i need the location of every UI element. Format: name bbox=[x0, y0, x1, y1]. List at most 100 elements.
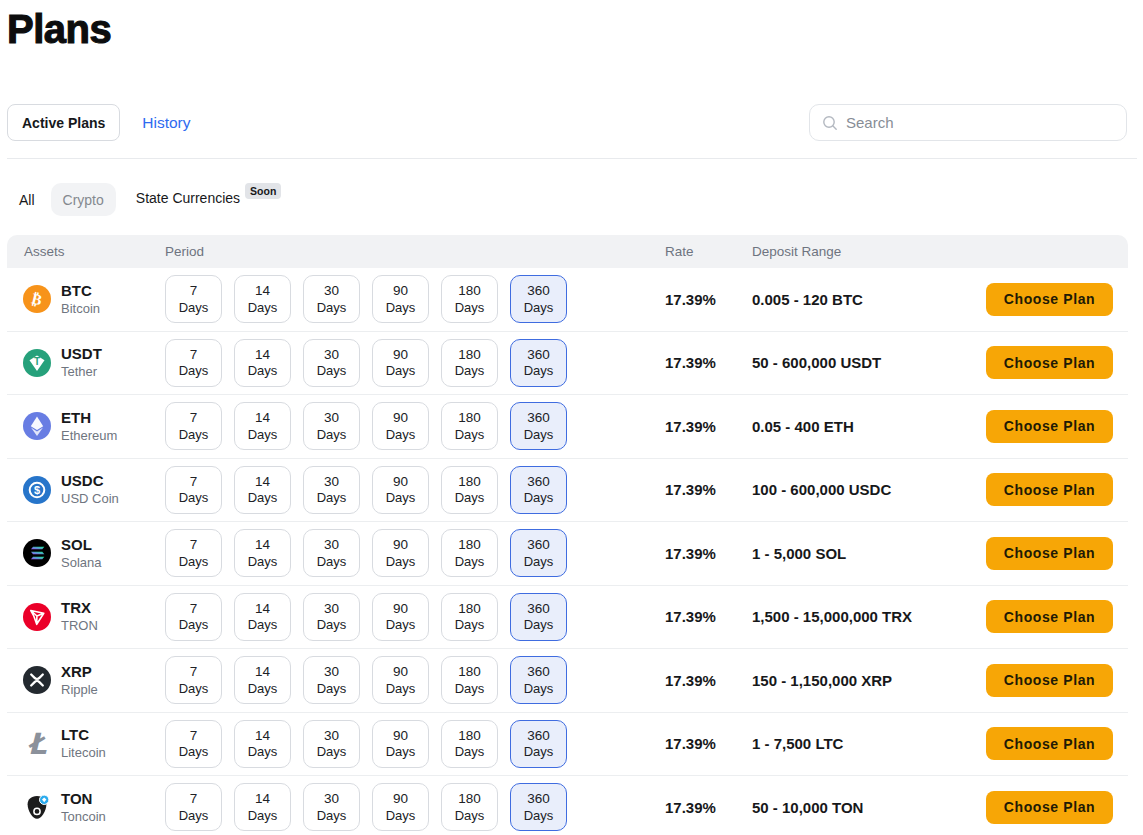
period-30-days-ton[interactable]: 30Days bbox=[303, 783, 360, 831]
period-7-days-trx[interactable]: 7Days bbox=[165, 593, 222, 641]
period-90-days-eth[interactable]: 90Days bbox=[372, 402, 429, 450]
btc-icon: ₿ bbox=[23, 285, 51, 313]
period-360-days-trx[interactable]: 360Days bbox=[510, 593, 567, 641]
plan-row-usdc: $ USDC USD Coin 7Days14Days30Days90Days1… bbox=[7, 459, 1128, 523]
period-360-days-usdt[interactable]: 360Days bbox=[510, 339, 567, 387]
period-30-days-sol[interactable]: 30Days bbox=[303, 529, 360, 577]
tab-history[interactable]: History bbox=[142, 114, 190, 132]
asset-cell: ₿ BTC Bitcoin bbox=[7, 282, 165, 317]
period-7-days-btc[interactable]: 7Days bbox=[165, 275, 222, 323]
period-14-days-sol[interactable]: 14Days bbox=[234, 529, 291, 577]
period-90-days-btc[interactable]: 90Days bbox=[372, 275, 429, 323]
period-360-days-btc[interactable]: 360Days bbox=[510, 275, 567, 323]
period-14-days-ton[interactable]: 14Days bbox=[234, 783, 291, 831]
choose-plan-button-usdt[interactable]: Choose Plan bbox=[986, 346, 1113, 379]
coin-name: Bitcoin bbox=[61, 301, 100, 317]
period-7-days-usdt[interactable]: 7Days bbox=[165, 339, 222, 387]
period-360-days-eth[interactable]: 360Days bbox=[510, 402, 567, 450]
choose-plan-button-eth[interactable]: Choose Plan bbox=[986, 410, 1113, 443]
choose-plan-button-sol[interactable]: Choose Plan bbox=[986, 537, 1113, 570]
period-14-days-trx[interactable]: 14Days bbox=[234, 593, 291, 641]
period-options: 7Days14Days30Days90Days180Days360Days bbox=[165, 275, 665, 323]
period-180-days-xrp[interactable]: 180Days bbox=[441, 656, 498, 704]
period-7-days-sol[interactable]: 7Days bbox=[165, 529, 222, 577]
period-30-days-usdc[interactable]: 30Days bbox=[303, 466, 360, 514]
period-30-days-eth[interactable]: 30Days bbox=[303, 402, 360, 450]
period-30-days-ltc[interactable]: 30Days bbox=[303, 720, 360, 768]
period-180-days-ton[interactable]: 180Days bbox=[441, 783, 498, 831]
search-icon bbox=[822, 115, 838, 131]
choose-plan-button-ltc[interactable]: Choose Plan bbox=[986, 727, 1113, 760]
period-7-days-eth[interactable]: 7Days bbox=[165, 402, 222, 450]
svg-text:$: $ bbox=[34, 484, 40, 496]
deposit-range: 1 - 7,500 LTC bbox=[752, 735, 985, 752]
tab-active-plans[interactable]: Active Plans bbox=[7, 104, 120, 141]
choose-plan-button-ton[interactable]: Choose Plan bbox=[986, 791, 1113, 824]
period-360-days-ltc[interactable]: 360Days bbox=[510, 720, 567, 768]
page-title: Plans bbox=[7, 7, 1137, 52]
period-360-days-xrp[interactable]: 360Days bbox=[510, 656, 567, 704]
period-180-days-ltc[interactable]: 180Days bbox=[441, 720, 498, 768]
period-30-days-usdt[interactable]: 30Days bbox=[303, 339, 360, 387]
period-360-days-usdc[interactable]: 360Days bbox=[510, 466, 567, 514]
period-30-days-btc[interactable]: 30Days bbox=[303, 275, 360, 323]
period-14-days-btc[interactable]: 14Days bbox=[234, 275, 291, 323]
coin-symbol: TON bbox=[61, 790, 106, 809]
period-14-days-usdc[interactable]: 14Days bbox=[234, 466, 291, 514]
plan-row-ton: TON Toncoin 7Days14Days30Days90Days180Da… bbox=[7, 776, 1128, 835]
header-deposit: Deposit Range bbox=[752, 244, 985, 259]
svg-text:Ł: Ł bbox=[28, 730, 47, 758]
period-90-days-ltc[interactable]: 90Days bbox=[372, 720, 429, 768]
choose-plan-button-xrp[interactable]: Choose Plan bbox=[986, 664, 1113, 697]
rate-value: 17.39% bbox=[665, 545, 752, 562]
period-360-days-sol[interactable]: 360Days bbox=[510, 529, 567, 577]
period-90-days-xrp[interactable]: 90Days bbox=[372, 656, 429, 704]
period-7-days-ltc[interactable]: 7Days bbox=[165, 720, 222, 768]
period-90-days-usdt[interactable]: 90Days bbox=[372, 339, 429, 387]
period-180-days-sol[interactable]: 180Days bbox=[441, 529, 498, 577]
period-360-days-ton[interactable]: 360Days bbox=[510, 783, 567, 831]
period-90-days-sol[interactable]: 90Days bbox=[372, 529, 429, 577]
period-180-days-eth[interactable]: 180Days bbox=[441, 402, 498, 450]
deposit-range: 1,500 - 15,000,000 TRX bbox=[752, 608, 985, 625]
period-7-days-xrp[interactable]: 7Days bbox=[165, 656, 222, 704]
plan-row-trx: TRX TRON 7Days14Days30Days90Days180Days3… bbox=[7, 586, 1128, 650]
period-14-days-xrp[interactable]: 14Days bbox=[234, 656, 291, 704]
period-180-days-btc[interactable]: 180Days bbox=[441, 275, 498, 323]
choose-plan-button-usdc[interactable]: Choose Plan bbox=[986, 473, 1113, 506]
period-30-days-xrp[interactable]: 30Days bbox=[303, 656, 360, 704]
period-14-days-ltc[interactable]: 14Days bbox=[234, 720, 291, 768]
rate-value: 17.39% bbox=[665, 481, 752, 498]
period-180-days-usdc[interactable]: 180Days bbox=[441, 466, 498, 514]
filter-crypto[interactable]: Crypto bbox=[51, 183, 116, 216]
asset-cell: ETH Ethereum bbox=[7, 409, 165, 444]
coin-symbol: USDC bbox=[61, 472, 119, 491]
coin-name: USD Coin bbox=[61, 491, 119, 507]
choose-plan-button-trx[interactable]: Choose Plan bbox=[986, 600, 1113, 633]
sol-icon bbox=[23, 539, 51, 567]
period-14-days-eth[interactable]: 14Days bbox=[234, 402, 291, 450]
trx-icon bbox=[23, 603, 51, 631]
period-7-days-usdc[interactable]: 7Days bbox=[165, 466, 222, 514]
period-30-days-trx[interactable]: 30Days bbox=[303, 593, 360, 641]
plan-row-usdt: T USDT Tether 7Days14Days30Days90Days180… bbox=[7, 332, 1128, 396]
period-180-days-trx[interactable]: 180Days bbox=[441, 593, 498, 641]
period-180-days-usdt[interactable]: 180Days bbox=[441, 339, 498, 387]
period-90-days-ton[interactable]: 90Days bbox=[372, 783, 429, 831]
period-90-days-trx[interactable]: 90Days bbox=[372, 593, 429, 641]
filter-all[interactable]: All bbox=[7, 183, 47, 216]
choose-plan-button-btc[interactable]: Choose Plan bbox=[986, 283, 1113, 316]
period-options: 7Days14Days30Days90Days180Days360Days bbox=[165, 466, 665, 514]
plan-row-xrp: XRP Ripple 7Days14Days30Days90Days180Day… bbox=[7, 649, 1128, 713]
filter-state-currencies[interactable]: State CurrenciesSoon bbox=[136, 183, 282, 216]
search-box[interactable] bbox=[809, 104, 1127, 141]
deposit-range: 150 - 1,150,000 XRP bbox=[752, 672, 985, 689]
usdt-icon: T bbox=[23, 349, 51, 377]
period-options: 7Days14Days30Days90Days180Days360Days bbox=[165, 720, 665, 768]
asset-filters: All Crypto State CurrenciesSoon bbox=[7, 183, 1137, 216]
period-90-days-usdc[interactable]: 90Days bbox=[372, 466, 429, 514]
period-7-days-ton[interactable]: 7Days bbox=[165, 783, 222, 831]
search-input[interactable] bbox=[846, 114, 1114, 131]
period-14-days-usdt[interactable]: 14Days bbox=[234, 339, 291, 387]
tabs-row: Active Plans History bbox=[7, 104, 1137, 141]
